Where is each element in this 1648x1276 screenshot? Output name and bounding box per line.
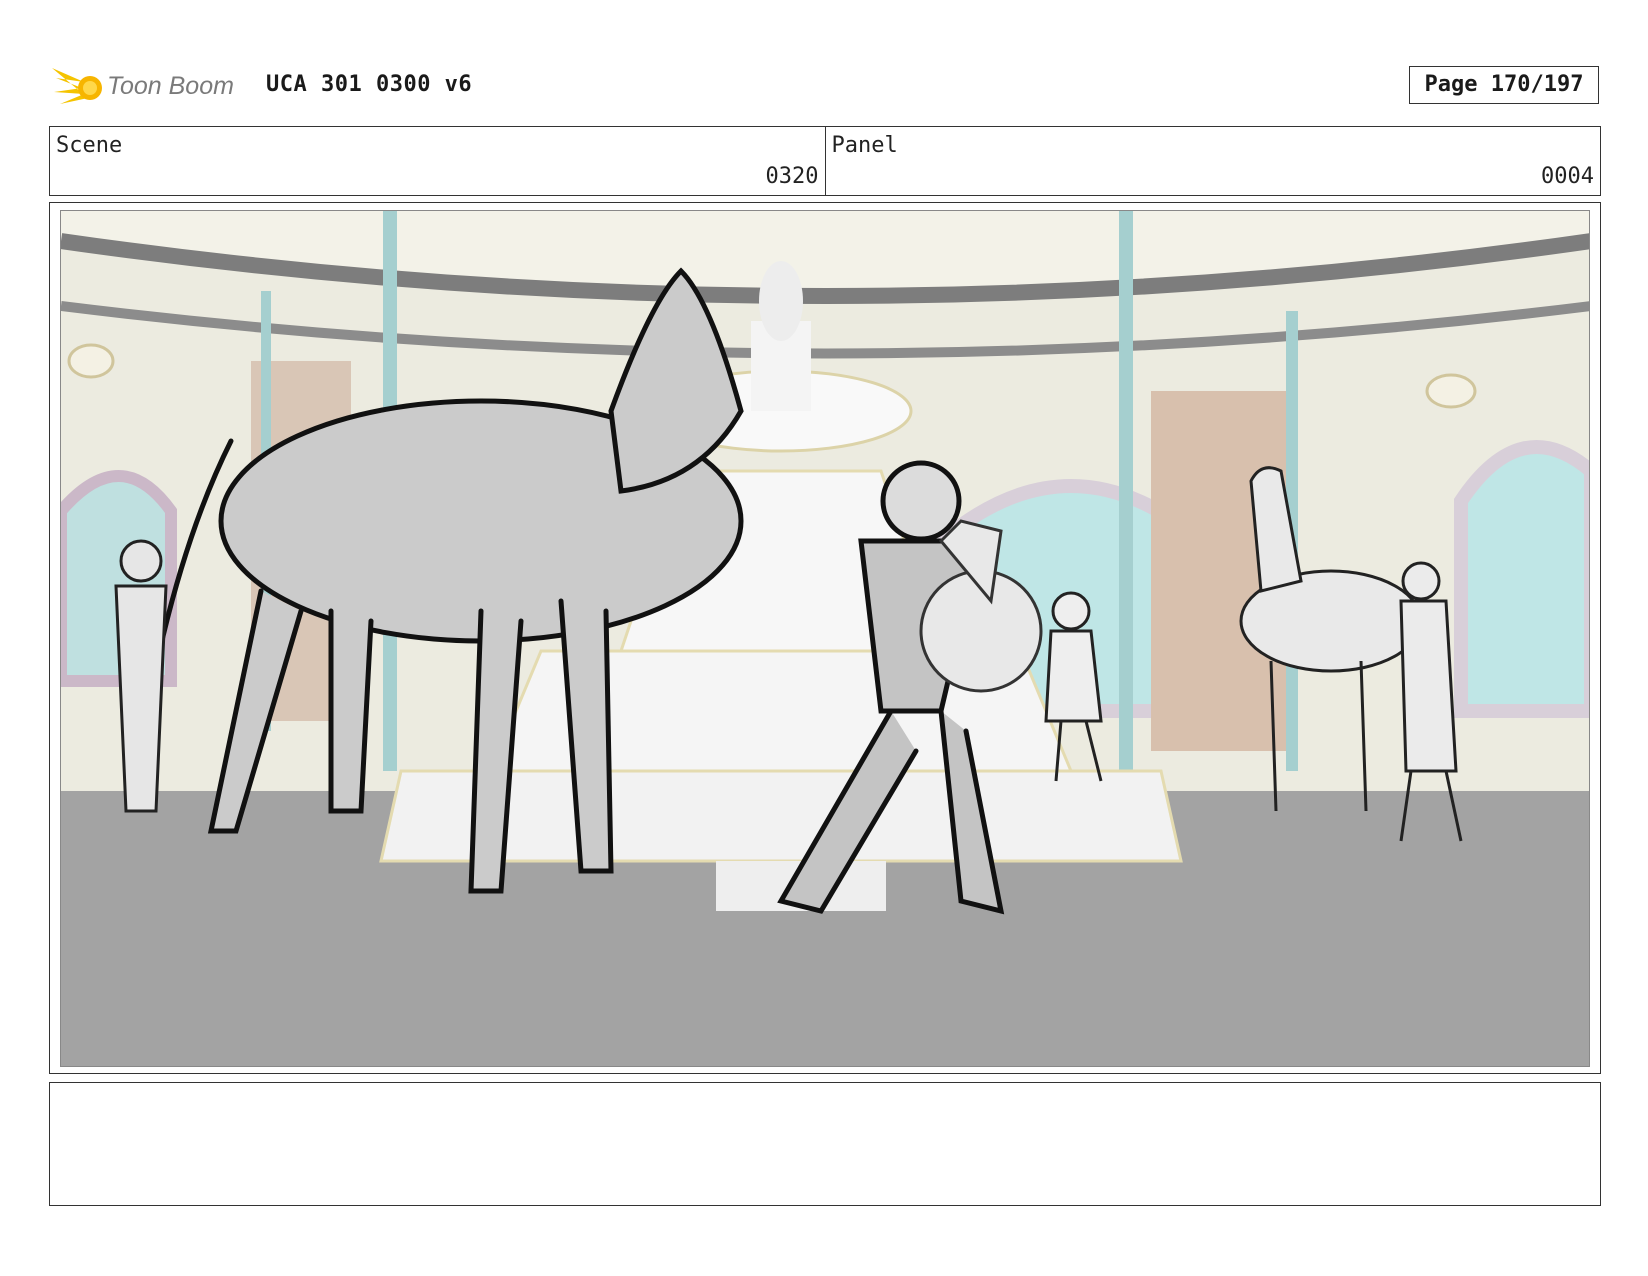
panel-notes-box [49, 1082, 1601, 1206]
star-burst-icon [52, 68, 102, 104]
toon-boom-logo: Toon Boom [50, 58, 250, 114]
scene-cell: Scene 0320 [50, 127, 825, 195]
pillar-2 [1119, 211, 1133, 771]
scene-label: Scene [56, 133, 123, 158]
page-indicator: Page 170/197 [1409, 66, 1599, 104]
lamp-icon-right [1425, 373, 1477, 409]
scene-number: 0320 [765, 164, 819, 189]
storyboard-panel-image [60, 210, 1590, 1067]
logo-text: Toon Boom [107, 72, 234, 100]
panel-label: Panel [831, 133, 898, 158]
document-title: UCA 301 0300 v6 [266, 72, 473, 97]
panel-number: 0004 [1541, 164, 1594, 189]
scene-panel-info: Scene 0320 Panel 0004 [49, 126, 1601, 196]
panel-cell: Panel 0004 [824, 127, 1601, 195]
lamp-icon-left [67, 343, 115, 379]
arch-window-right [1454, 440, 1589, 718]
